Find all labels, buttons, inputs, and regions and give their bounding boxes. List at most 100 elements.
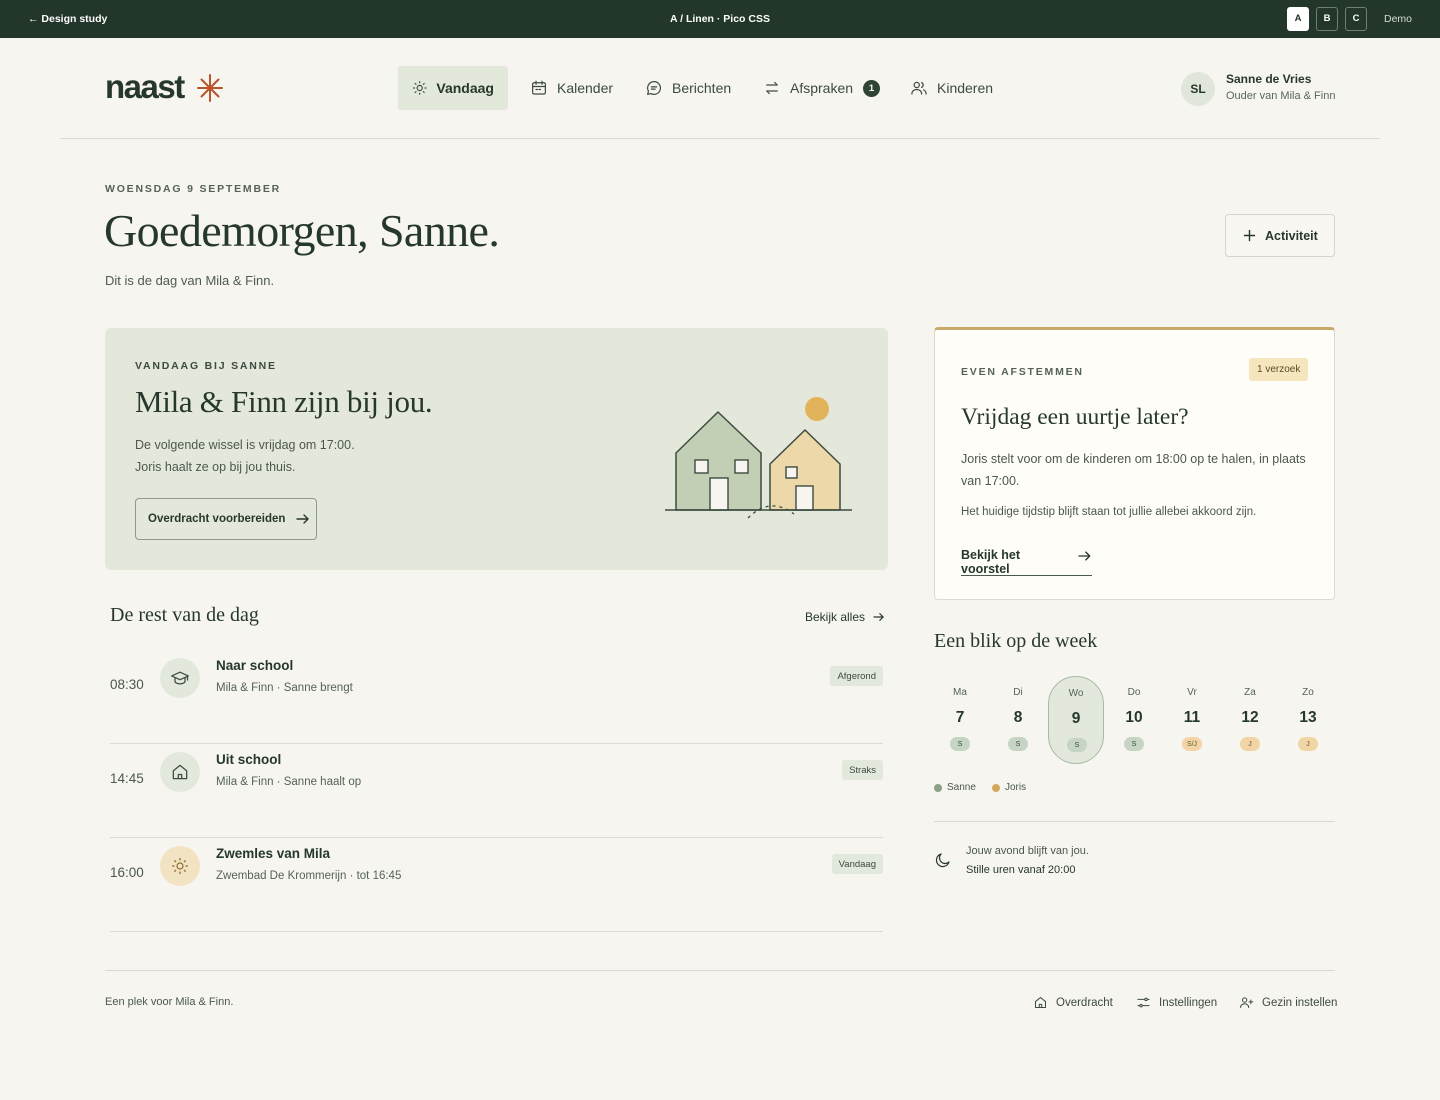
logo[interactable]: naast	[105, 68, 185, 106]
nav-badge: 1	[863, 79, 881, 97]
page-title: Goedemorgen, Sanne.	[104, 205, 500, 256]
variant-c-button[interactable]: C	[1345, 7, 1367, 31]
footer-link-overdracht[interactable]: Overdracht	[1033, 995, 1113, 1010]
legend-dot	[992, 783, 1000, 792]
day-section-title: De rest van de dag	[110, 604, 259, 626]
day-date: 9	[1071, 710, 1081, 727]
quiet-hours-time: Stille uren vanaf 20:00	[966, 864, 1076, 876]
item-time: 14:45	[110, 771, 144, 786]
request-eyebrow: EVEN AFSTEMMEN	[961, 366, 1084, 378]
nav-item-label: Kinderen	[937, 80, 994, 96]
arrow-right-icon	[1078, 551, 1091, 561]
nav-item-berichten[interactable]: Berichten	[631, 66, 745, 110]
variant-a-button[interactable]: A	[1287, 7, 1309, 31]
list-item[interactable]: 14:45 Uit school Mila & Finn · Sanne haa…	[110, 744, 883, 838]
add-activity-button[interactable]: Activiteit	[1225, 214, 1335, 257]
swap-icon	[766, 81, 778, 95]
today-hero-card: VANDAAG BIJ SANNE Mila & Finn zijn bij j…	[105, 328, 888, 570]
day-date: 11	[1183, 709, 1201, 726]
day-name: Zo	[1302, 687, 1314, 698]
week-day-do[interactable]: Do 10 S	[1106, 676, 1162, 764]
demo-bar: ← Design study A / Linen · Pico CSS A B …	[0, 0, 1440, 38]
nav-item-label: Vandaag	[436, 80, 494, 96]
day-date: 7	[955, 709, 965, 726]
arrow-right-icon	[296, 514, 310, 524]
footer-link-gezin[interactable]: Gezin instellen	[1239, 995, 1337, 1010]
legend-sanne: Sanne	[934, 782, 976, 793]
hero-eyebrow: VANDAAG BIJ SANNE	[135, 360, 277, 372]
prepare-handover-button[interactable]: Overdracht voorbereiden	[135, 498, 317, 540]
item-time: 16:00	[110, 865, 144, 880]
nav-item-kalender[interactable]: Kalender	[516, 66, 627, 110]
see-all-link[interactable]: Bekijk alles	[805, 610, 885, 624]
custody-dot: S	[1124, 737, 1144, 751]
item-title: Zwemles van Mila	[216, 846, 331, 861]
user-plus-icon	[1240, 997, 1254, 1008]
week-day-zo[interactable]: Zo 13 J	[1280, 676, 1336, 764]
week-day-za[interactable]: Za 12 J	[1222, 676, 1278, 764]
request-title: Vrijdag een uurtje later?	[961, 404, 1189, 430]
footer-text: Een plek voor Mila & Finn.	[105, 996, 234, 1008]
custody-dot: J	[1298, 737, 1318, 751]
chat-icon	[647, 81, 662, 95]
legend-label: Sanne	[947, 782, 976, 793]
week-day-di[interactable]: Di 8 S	[990, 676, 1046, 764]
status-badge: Afgerond	[830, 666, 883, 686]
day-name: Di	[1013, 687, 1023, 698]
footer-link-label: Gezin instellen	[1262, 996, 1338, 1009]
custody-dot: J	[1240, 737, 1260, 751]
legend-label: Joris	[1005, 782, 1027, 793]
page-subtitle: Dit is de dag van Mila & Finn.	[105, 273, 275, 288]
footer-divider	[105, 970, 1335, 971]
request-body: Joris stelt voor om de kinderen om 18:00…	[961, 452, 1306, 488]
legend-dot	[934, 783, 942, 792]
variant-label: A / Linen · Pico CSS	[670, 13, 770, 25]
calendar-icon	[532, 80, 546, 95]
add-activity-label: Activiteit	[1265, 228, 1318, 243]
header-divider	[60, 138, 1380, 139]
day-name: Do	[1127, 687, 1141, 698]
hero-line-2: Joris haalt ze op bij jou thuis.	[135, 460, 296, 474]
moon-icon	[935, 853, 950, 868]
variant-b-button[interactable]: B	[1316, 7, 1338, 31]
see-all-label: Bekijk alles	[805, 610, 866, 624]
nav-item-label: Afspraken	[790, 80, 854, 96]
week-section-title: Een blik op de week	[934, 630, 1098, 652]
nav-item-afspraken[interactable]: Afspraken 1	[749, 66, 894, 110]
custody-dot: S	[1008, 737, 1028, 751]
sliders-icon	[1137, 997, 1150, 1008]
home-icon	[1035, 997, 1046, 1008]
quiet-hours-text: Jouw avond blijft van jou.	[966, 845, 1089, 857]
nav-item-vandaag[interactable]: Vandaag	[398, 66, 508, 110]
item-title: Naar school	[216, 658, 294, 673]
current-date: WOENSDAG 9 SEPTEMBER	[105, 183, 282, 195]
day-date: 10	[1125, 709, 1143, 726]
list-item[interactable]: 16:00 Zwemles van Mila Zwembad De Kromme…	[110, 838, 883, 932]
item-meta: Mila & Finn · Sanne brengt	[216, 682, 353, 694]
request-count-badge: 1 verzoek	[1249, 358, 1309, 381]
day-date: 8	[1013, 709, 1023, 726]
day-date: 13	[1299, 709, 1317, 726]
status-badge: Straks	[842, 760, 883, 780]
graduation-cap-icon	[171, 671, 189, 685]
list-item[interactable]: 08:30 Naar school Mila & Finn · Sanne br…	[110, 650, 883, 744]
hero-title: Mila & Finn zijn bij jou.	[135, 384, 433, 419]
nav-item-label: Berichten	[672, 80, 732, 96]
week-day-vr[interactable]: Vr 11 S/J	[1164, 676, 1220, 764]
hero-line-1: De volgende wissel is vrijdag om 17:00.	[135, 438, 355, 452]
sun-icon	[171, 857, 189, 875]
day-date: 12	[1241, 709, 1259, 726]
custody-dot: S/J	[1182, 737, 1202, 751]
request-card: EVEN AFSTEMMEN 1 verzoek Vrijdag een uur…	[934, 327, 1335, 600]
avatar[interactable]: SL	[1181, 72, 1215, 106]
status-badge: Vandaag	[831, 854, 883, 874]
week-day-wo[interactable]: Wo 9 S	[1048, 676, 1104, 764]
view-proposal-link[interactable]: Bekijk het voorstel	[961, 548, 1092, 576]
demo-label: Demo	[1384, 13, 1413, 25]
footer-link-instellingen[interactable]: Instellingen	[1136, 995, 1217, 1010]
user-name: Sanne de Vries	[1226, 72, 1312, 86]
week-day-ma[interactable]: Ma 7 S	[932, 676, 988, 764]
custody-dot: S	[1067, 738, 1087, 752]
nav-item-kinderen[interactable]: Kinderen	[896, 66, 1007, 110]
custody-dot: S	[950, 737, 970, 751]
